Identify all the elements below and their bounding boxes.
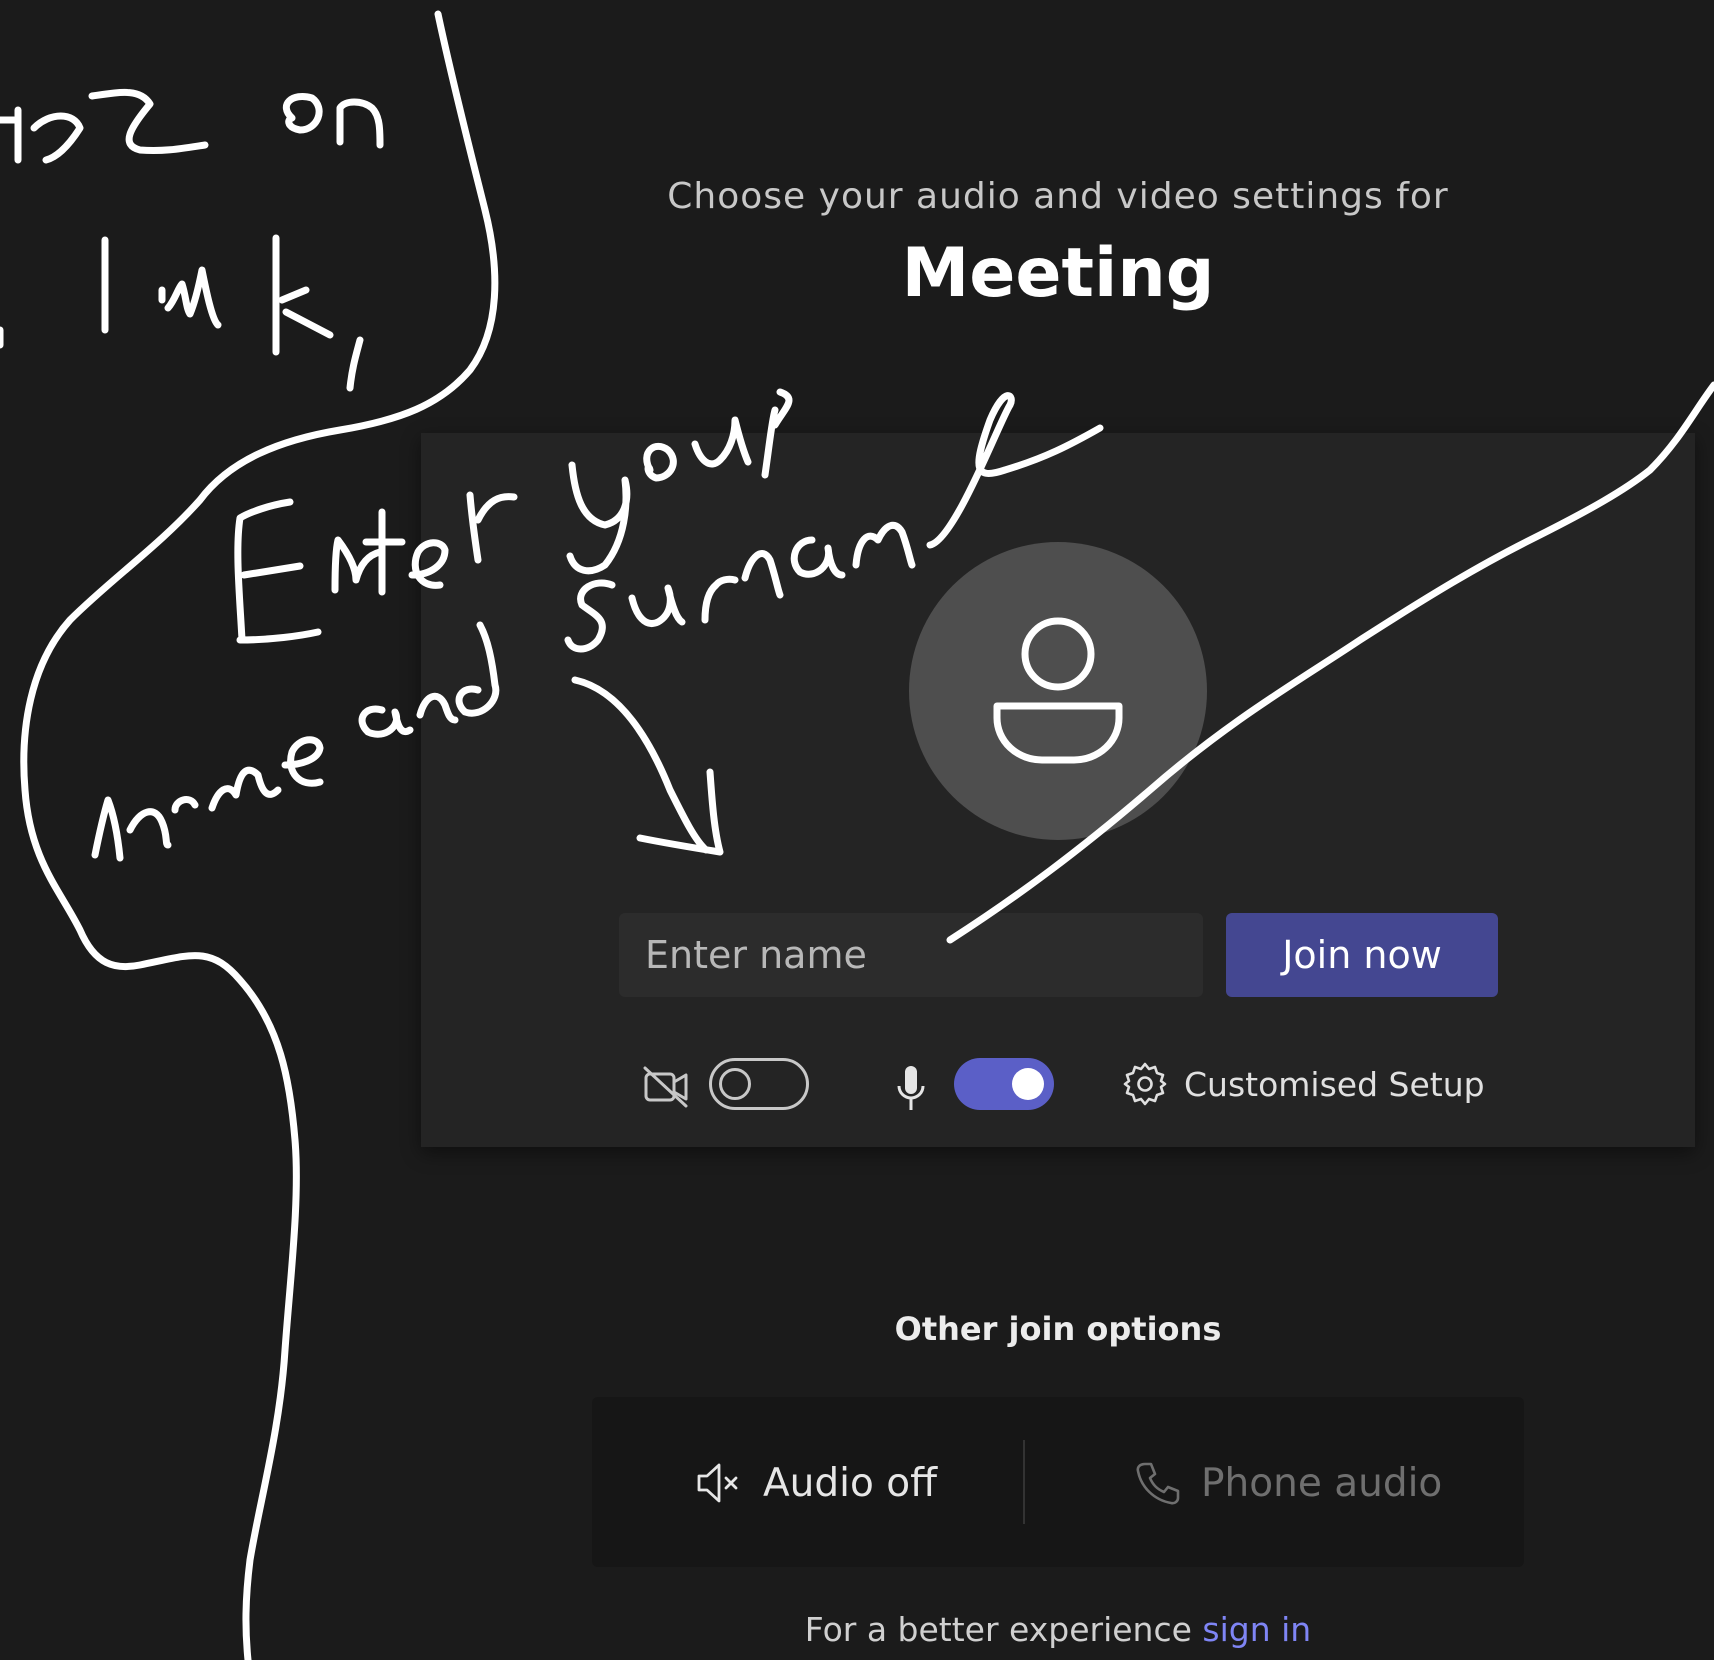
- avatar: [909, 542, 1207, 840]
- video-off-icon: [643, 1066, 688, 1108]
- customised-setup-button[interactable]: Customised Setup: [1122, 1060, 1485, 1108]
- settings-subtitle: Choose your audio and video settings for: [667, 176, 1449, 217]
- annotation-word-name: [91, 736, 324, 862]
- sign-in-link[interactable]: sign in: [1202, 1610, 1311, 1649]
- annotation-word-on: [282, 93, 384, 149]
- speaker-mute-icon: [697, 1463, 738, 1503]
- footer-text: For a better experience sign in: [0, 1610, 1714, 1649]
- microphone-toggle-knob: [1012, 1068, 1044, 1100]
- meeting-prejoin-screen: Choose your audio and video settings for…: [0, 0, 1714, 1660]
- annotation-word-click: [0, 88, 209, 164]
- join-now-button[interactable]: Join now: [1226, 913, 1498, 997]
- microphone-toggle[interactable]: [954, 1058, 1054, 1110]
- meeting-title: Meeting: [901, 234, 1215, 313]
- options-divider: [1023, 1440, 1025, 1524]
- microphone-icon: [897, 1066, 925, 1110]
- name-input[interactable]: [619, 913, 1203, 997]
- phone-icon: [1136, 1462, 1180, 1505]
- gear-icon: [1123, 1062, 1167, 1106]
- audio-off-label: Audio off: [763, 1460, 937, 1506]
- phone-audio-label: Phone audio: [1201, 1460, 1443, 1506]
- audio-off-option[interactable]: Audio off: [695, 1455, 937, 1511]
- footer-message: For a better experience: [804, 1610, 1203, 1649]
- phone-audio-option[interactable]: Phone audio: [1133, 1455, 1442, 1511]
- camera-toggle-knob: [719, 1068, 751, 1100]
- camera-toggle[interactable]: [709, 1058, 809, 1110]
- customised-setup-label: Customised Setup: [1184, 1064, 1485, 1104]
- person-icon: [993, 617, 1123, 764]
- other-join-options-heading: Other join options: [894, 1310, 1222, 1348]
